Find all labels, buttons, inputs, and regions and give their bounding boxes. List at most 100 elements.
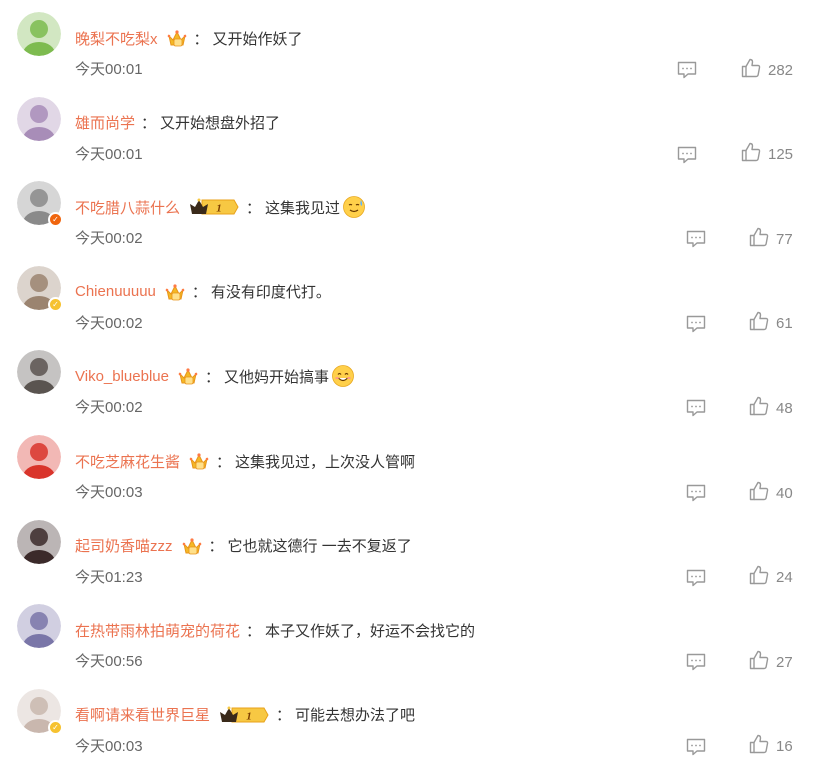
username-link[interactable]: 在热带雨林拍萌宠的荷花 bbox=[75, 620, 240, 641]
comment-time: 今天00:02 bbox=[75, 314, 143, 332]
comment-time: 今天00:01 bbox=[75, 61, 143, 78]
avatar[interactable] bbox=[17, 519, 61, 564]
smile-emoji-icon bbox=[331, 364, 355, 388]
reply-button[interactable] bbox=[685, 229, 707, 249]
crown-icon bbox=[181, 535, 203, 557]
crown-icon bbox=[188, 450, 210, 472]
like-count: 282 bbox=[768, 61, 794, 79]
thumbs-up-icon bbox=[740, 57, 762, 84]
avatar[interactable]: ✓ bbox=[17, 181, 63, 228]
avatar[interactable]: ✓ bbox=[17, 265, 63, 312]
username-link[interactable]: 雄而尚学 bbox=[75, 112, 135, 133]
username-link[interactable]: Chienuuuuu bbox=[75, 283, 156, 300]
comment-time: 今天00:03 bbox=[75, 737, 143, 755]
reply-button[interactable] bbox=[685, 737, 707, 757]
colon: ： bbox=[208, 538, 224, 556]
reply-button[interactable] bbox=[676, 60, 698, 80]
comment-time: 今天00:56 bbox=[75, 653, 143, 671]
username-link[interactable]: 晚梨不吃梨x bbox=[75, 28, 158, 49]
colon: ： bbox=[246, 622, 262, 640]
avatar[interactable] bbox=[17, 12, 61, 56]
verified-badge-icon: ✓ bbox=[48, 212, 63, 228]
like-button[interactable]: 61 bbox=[748, 312, 793, 336]
comment-reply-icon bbox=[676, 146, 698, 169]
like-count: 40 bbox=[776, 484, 793, 502]
like-button[interactable]: 40 bbox=[748, 481, 793, 505]
comment-line: 不吃芝麻花生酱 ：这集我见过，上次没人管啊 bbox=[75, 449, 415, 473]
crown-icon bbox=[164, 281, 186, 303]
comment-line: 晚梨不吃梨x ：又开始作妖了 bbox=[75, 26, 303, 50]
svg-text:1: 1 bbox=[246, 710, 252, 722]
like-count: 16 bbox=[776, 738, 793, 756]
comment-item: ✓ 看啊请来看世界巨星 1 ：可能去想办法了吧今天00:03 16 bbox=[0, 677, 828, 757]
avatar[interactable] bbox=[17, 350, 61, 395]
comment-list: 晚梨不吃梨x ：又开始作妖了 今天00:01 282 雄而尚学：又开始想盘外招了今… bbox=[0, 0, 828, 774]
avatar[interactable]: ✓ bbox=[17, 688, 63, 735]
like-button[interactable]: 24 bbox=[748, 564, 793, 591]
like-count: 27 bbox=[776, 653, 793, 671]
colon: ： bbox=[216, 453, 232, 471]
comment-reply-icon bbox=[685, 400, 707, 422]
username-link[interactable]: 不吃芝麻花生酱 bbox=[75, 451, 180, 472]
comment-text: 这集我见过 bbox=[265, 199, 341, 217]
username-link[interactable]: 不吃腊八蒜什么 bbox=[75, 197, 180, 218]
sweat-smile-emoji-icon bbox=[342, 195, 366, 219]
reply-button[interactable] bbox=[685, 568, 707, 588]
comment-line: 起司奶香喵zzz ：它也就这德行 一去不复返了 bbox=[75, 534, 412, 558]
comment-reply-icon bbox=[685, 653, 707, 676]
username-link[interactable]: 看啊请来看世界巨星 bbox=[75, 704, 210, 725]
like-button[interactable]: 282 bbox=[740, 58, 793, 82]
avatar[interactable] bbox=[17, 435, 61, 479]
reply-button[interactable] bbox=[676, 145, 698, 165]
verified-badge-icon: ✓ bbox=[48, 296, 63, 312]
reply-button[interactable] bbox=[685, 483, 707, 503]
colon: ： bbox=[191, 284, 207, 302]
like-button[interactable]: 77 bbox=[748, 227, 793, 251]
comment-reply-icon bbox=[676, 61, 698, 84]
thumbs-up-icon bbox=[740, 141, 762, 168]
like-count: 125 bbox=[768, 146, 794, 164]
crown-icon bbox=[166, 27, 188, 49]
like-button[interactable]: 16 bbox=[748, 735, 793, 759]
username-link[interactable]: Viko_blueblue bbox=[75, 368, 169, 385]
thumbs-up-icon bbox=[748, 480, 770, 507]
thumbs-up-icon bbox=[748, 395, 770, 422]
like-button[interactable]: 27 bbox=[748, 650, 793, 674]
comment-item: 起司奶香喵zzz ：它也就这德行 一去不复返了 今天01:23 24 bbox=[0, 508, 828, 588]
comment-text: 可能去想办法了吧 bbox=[295, 707, 416, 725]
crown-icon bbox=[177, 365, 199, 387]
username-link[interactable]: 起司奶香喵zzz bbox=[75, 535, 173, 556]
comment-item: ✓ Chienuuuuu ：有没有印度代打。今天00:02 61 bbox=[0, 254, 828, 334]
comment-text: 又开始想盘外招了 bbox=[160, 115, 281, 133]
reply-button[interactable] bbox=[685, 314, 707, 334]
comment-text: 本子又作妖了，好运不会找它的 bbox=[265, 622, 476, 640]
avatar[interactable] bbox=[17, 96, 61, 141]
avatar[interactable] bbox=[17, 604, 61, 649]
thumbs-up-icon bbox=[748, 310, 770, 337]
like-button[interactable]: 125 bbox=[740, 141, 794, 168]
comment-item: 雄而尚学 ：又开始想盘外招了 今天00:01 125 bbox=[0, 85, 828, 165]
vip-level-icon: 1 bbox=[188, 196, 240, 218]
like-count: 24 bbox=[776, 569, 793, 587]
comment-time: 今天00:03 bbox=[75, 484, 143, 501]
comment-text: 又他妈开始搞事 bbox=[224, 368, 330, 386]
comment-item: ✓ 不吃腊八蒜什么 1 ：这集我见过 今天00:02 77 bbox=[0, 169, 828, 249]
like-button[interactable]: 48 bbox=[748, 396, 793, 420]
colon: ： bbox=[204, 368, 220, 386]
reply-button[interactable] bbox=[685, 398, 707, 418]
comment-reply-icon bbox=[685, 569, 707, 592]
comment-time: 今天00:02 bbox=[75, 399, 143, 417]
svg-text:1: 1 bbox=[216, 203, 222, 215]
thumbs-up-icon bbox=[748, 649, 770, 676]
comment-line: 不吃腊八蒜什么 1 ：这集我见过 bbox=[75, 195, 366, 219]
colon: ： bbox=[276, 707, 292, 725]
thumbs-up-icon bbox=[748, 564, 770, 591]
comment-reply-icon bbox=[685, 315, 707, 338]
comment-line: Chienuuuuu ：有没有印度代打。 bbox=[75, 280, 331, 304]
colon: ： bbox=[193, 30, 209, 48]
colon: ： bbox=[141, 115, 157, 133]
thumbs-up-icon bbox=[748, 733, 770, 760]
comment-item: 晚梨不吃梨x ：又开始作妖了今天00:01 282 bbox=[0, 0, 828, 80]
reply-button[interactable] bbox=[685, 652, 707, 672]
comment-item: Viko_blueblue ：又他妈开始搞事 今天00:02 48 bbox=[0, 338, 828, 418]
